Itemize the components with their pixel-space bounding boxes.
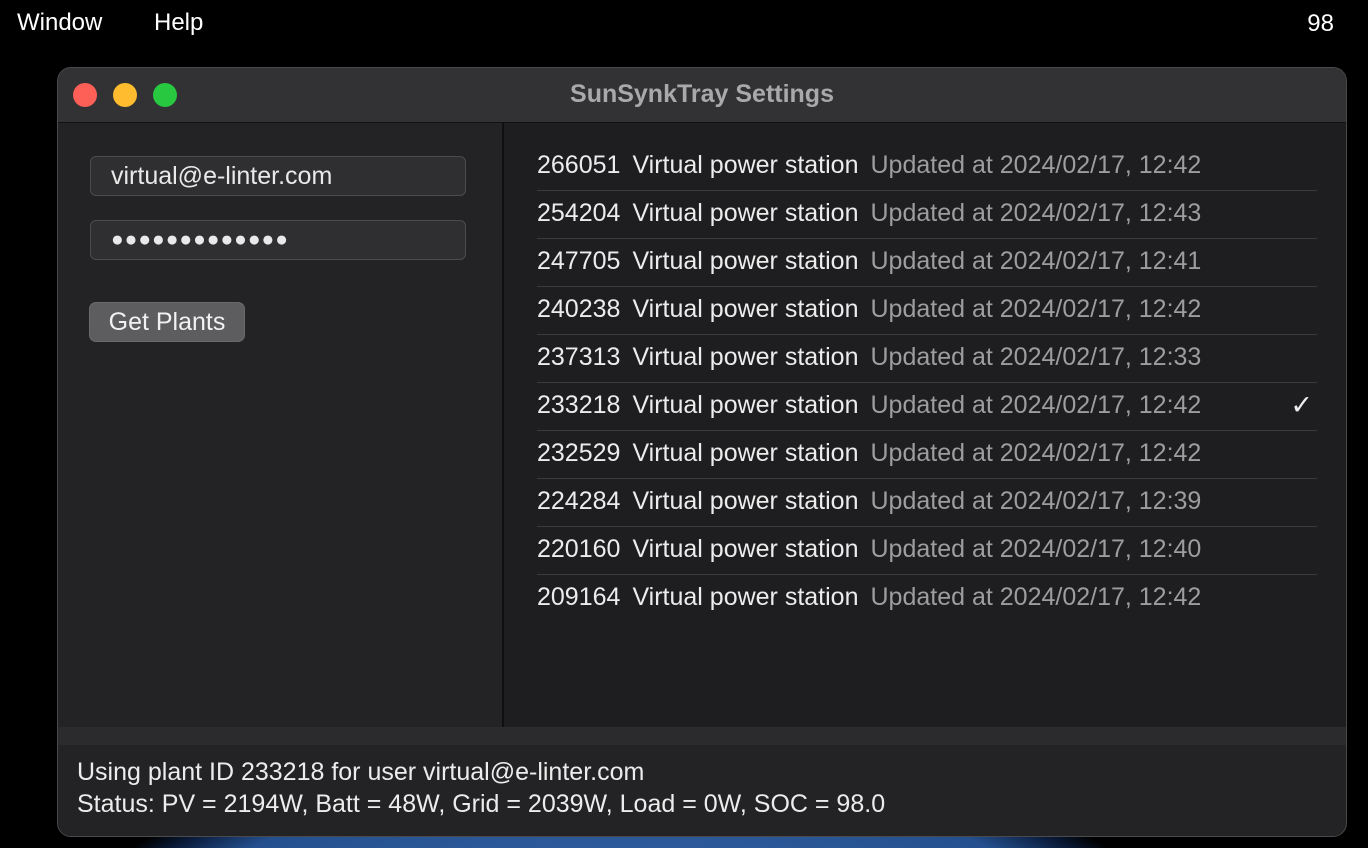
plant-updated-time: Updated at 2024/02/17, 12:39 bbox=[870, 487, 1202, 515]
status-area: Using plant ID 233218 for user virtual@e… bbox=[58, 727, 1346, 836]
plant-user-status: Using plant ID 233218 for user virtual@e… bbox=[77, 758, 645, 786]
plant-row[interactable]: 232529 Virtual power station Updated at 20… bbox=[537, 431, 1317, 479]
menubar-status-value[interactable]: 98 bbox=[1307, 10, 1334, 38]
plant-list: 266051 Virtual power station Updated at 20… bbox=[537, 143, 1317, 622]
plant-updated-time: Updated at 2024/02/17, 12:42 bbox=[870, 151, 1202, 179]
plant-id: 220160 bbox=[537, 535, 621, 563]
plant-name: Virtual power station bbox=[632, 535, 859, 563]
plant-id: 224284 bbox=[537, 487, 621, 515]
power-status: Status: PV = 2194W, Batt = 48W, Grid = 2… bbox=[77, 790, 886, 818]
plant-row[interactable]: 240238 Virtual power station Updated at 20… bbox=[537, 287, 1317, 335]
plant-name: Virtual power station bbox=[632, 199, 859, 227]
plant-name: Virtual power station bbox=[632, 295, 859, 323]
password-field[interactable]: ●●●●●●●●●●●●● bbox=[90, 220, 466, 260]
plant-updated-time: Updated at 2024/02/17, 12:42 bbox=[870, 391, 1202, 419]
plant-name: Virtual power station bbox=[632, 439, 859, 467]
get-plants-button[interactable]: Get Plants bbox=[89, 302, 245, 342]
plant-name: Virtual power station bbox=[632, 487, 859, 515]
plant-id: 209164 bbox=[537, 583, 621, 611]
plant-id: 232529 bbox=[537, 439, 621, 467]
plant-id: 237313 bbox=[537, 343, 621, 371]
plant-name: Virtual power station bbox=[632, 247, 859, 275]
plant-row[interactable]: 247705 Virtual power station Updated at 20… bbox=[537, 239, 1317, 287]
plant-row[interactable]: 209164 Virtual power station Updated at 20… bbox=[537, 575, 1317, 622]
plant-id: 247705 bbox=[537, 247, 621, 275]
plant-id: 240238 bbox=[537, 295, 621, 323]
login-pane: virtual@e-linter.com ●●●●●●●●●●●●● Get P… bbox=[58, 123, 502, 727]
plant-row[interactable]: 220160 Virtual power station Updated at 20… bbox=[537, 527, 1317, 575]
plant-updated-time: Updated at 2024/02/17, 12:42 bbox=[870, 439, 1202, 467]
menu-help[interactable]: Help bbox=[154, 9, 203, 37]
plant-row[interactable]: 266051 Virtual power station Updated at 20… bbox=[537, 143, 1317, 191]
plant-id: 233218 bbox=[537, 391, 621, 419]
plant-updated-time: Updated at 2024/02/17, 12:40 bbox=[870, 535, 1202, 563]
plant-row[interactable]: 233218 Virtual power station Updated at 20… bbox=[537, 383, 1317, 431]
menu-bar: Window Help 98 bbox=[0, 0, 1368, 46]
plant-updated-time: Updated at 2024/02/17, 12:41 bbox=[870, 247, 1202, 275]
window-title: SunSynkTray Settings bbox=[570, 80, 834, 108]
plant-name: Virtual power station bbox=[632, 151, 859, 179]
plant-updated-time: Updated at 2024/02/17, 12:42 bbox=[870, 295, 1202, 323]
settings-window: SunSynkTray Settings virtual@e-linter.co… bbox=[57, 67, 1347, 837]
plant-list-pane: 266051 Virtual power station Updated at 20… bbox=[504, 123, 1346, 727]
title-bar: SunSynkTray Settings bbox=[58, 68, 1346, 123]
checkmark-icon: ✓ bbox=[1290, 390, 1313, 420]
plant-row[interactable]: 254204 Virtual power station Updated at 20… bbox=[537, 191, 1317, 239]
plant-name: Virtual power station bbox=[632, 583, 859, 611]
plant-updated-time: Updated at 2024/02/17, 12:33 bbox=[870, 343, 1202, 371]
plant-row[interactable]: 224284 Virtual power station Updated at 20… bbox=[537, 479, 1317, 527]
plant-updated-time: Updated at 2024/02/17, 12:42 bbox=[870, 583, 1202, 611]
plant-id: 254204 bbox=[537, 199, 621, 227]
plant-updated-time: Updated at 2024/02/17, 12:43 bbox=[870, 199, 1202, 227]
plant-name: Virtual power station bbox=[632, 391, 859, 419]
menu-window[interactable]: Window bbox=[17, 9, 102, 37]
plant-row[interactable]: 237313 Virtual power station Updated at 20… bbox=[537, 335, 1317, 383]
plant-id: 266051 bbox=[537, 151, 621, 179]
plant-name: Virtual power station bbox=[632, 343, 859, 371]
email-field[interactable]: virtual@e-linter.com bbox=[90, 156, 466, 196]
